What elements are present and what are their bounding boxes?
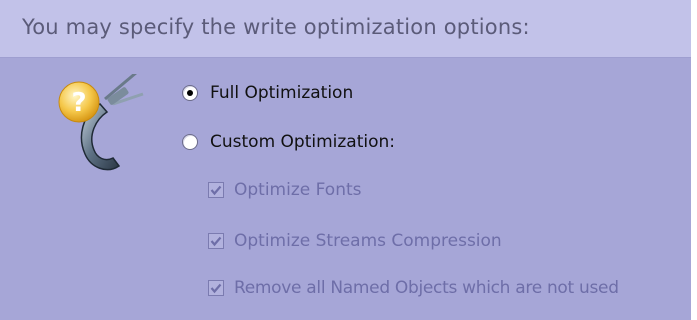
remove-named-objects-label: Remove all Named Objects which are not u… [234,278,619,298]
remove-named-objects-option[interactable]: Remove all Named Objects which are not u… [208,278,619,298]
remove-named-objects-checkbox[interactable] [208,280,224,296]
optimize-streams-label: Optimize Streams Compression [234,231,502,251]
checkmark-icon [210,236,222,247]
optimize-streams-checkbox[interactable] [208,233,224,249]
svg-text:?: ? [71,88,86,118]
custom-optimization-radio[interactable] [182,134,198,150]
help-clamp-icon: ? [58,74,144,171]
checkmark-icon [210,185,222,196]
optimize-streams-option[interactable]: Optimize Streams Compression [208,231,502,251]
full-optimization-radio[interactable] [182,85,198,101]
custom-optimization-label: Custom Optimization: [210,132,396,152]
checkmark-icon [210,283,222,294]
panel-header: You may specify the write optimization o… [0,0,691,58]
optimize-fonts-label: Optimize Fonts [234,180,362,200]
full-optimization-option[interactable]: Full Optimization [182,83,353,103]
optimization-panel: You may specify the write optimization o… [0,0,691,320]
page-title: You may specify the write optimization o… [22,15,530,39]
optimize-fonts-option[interactable]: Optimize Fonts [208,180,362,200]
full-optimization-label: Full Optimization [210,83,354,103]
window-edge [691,0,697,320]
custom-optimization-option[interactable]: Custom Optimization: [182,132,395,152]
optimize-fonts-checkbox[interactable] [208,182,224,198]
